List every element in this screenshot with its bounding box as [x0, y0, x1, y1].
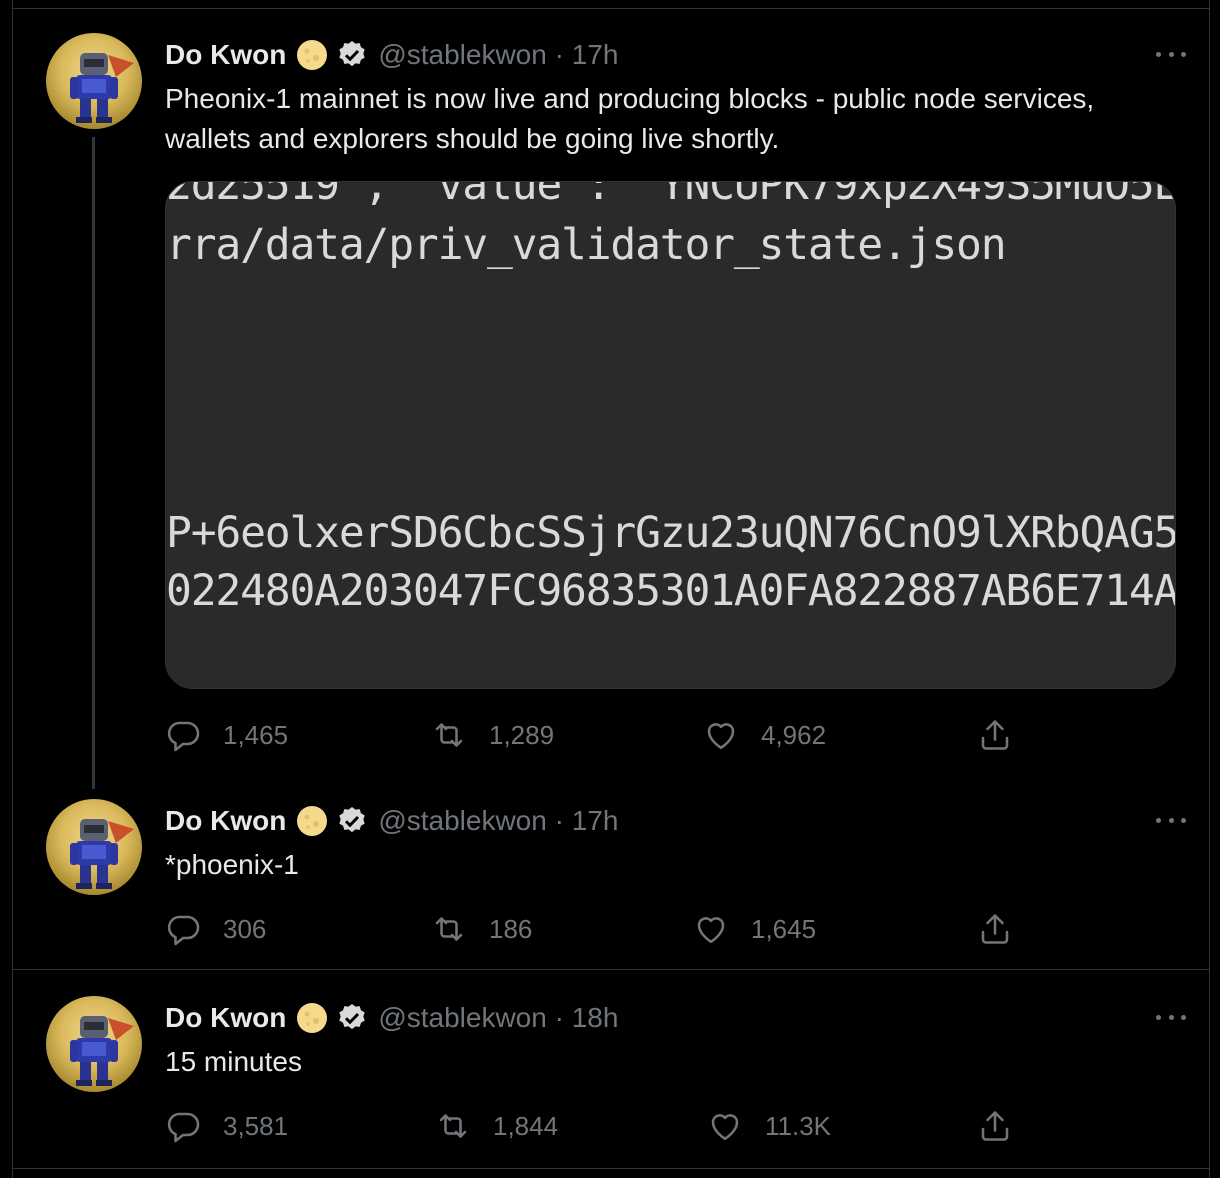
tweet-header: Do Kwon @stablekwon · 17h [165, 801, 618, 841]
more-icon[interactable] [1156, 1012, 1186, 1022]
code-line-2: rra/data/priv_validator_state.json [166, 220, 1007, 270]
code-line-4: 022480A203047FC96835301A0FA822887AB6E714… [166, 566, 1176, 616]
retweet-icon [435, 917, 463, 941]
verified-icon [336, 1002, 368, 1034]
tweet-image[interactable]: 2d25519", "value": "YNCUPK79xp2X49S5MuO5… [165, 181, 1176, 689]
tweet-1[interactable]: Do Kwon @stablekwon · 17h Pheonix-1 main… [12, 9, 1210, 789]
reply-icon [167, 915, 200, 946]
reply-icon [167, 1112, 200, 1143]
avatar[interactable] [46, 996, 142, 1092]
like-button[interactable]: 4,962 [703, 715, 826, 755]
avatar[interactable] [46, 33, 142, 129]
tweet-actions: 3,581 1,844 11.3K [165, 1106, 1065, 1146]
retweet-button[interactable]: 186 [431, 909, 532, 949]
like-count: 4,962 [761, 719, 827, 750]
avatar[interactable] [46, 799, 142, 895]
retweet-count: 186 [489, 913, 533, 944]
like-count: 11.3K [765, 1110, 832, 1141]
like-button[interactable]: 1,645 [693, 909, 816, 949]
share-icon [981, 720, 1009, 750]
code-line-3: P+6eolxerSD6CbcSSjrGzu23uQN76CnO9lXRbQAG… [166, 508, 1176, 558]
reply-count: 306 [223, 913, 267, 944]
like-icon [697, 917, 725, 944]
moon-emoji-icon [296, 1002, 328, 1034]
avatar-robot-image [70, 53, 134, 123]
retweet-icon [435, 723, 463, 747]
avatar-robot-image [70, 1016, 134, 1086]
tweet-actions: 306 186 1,645 [165, 909, 1065, 949]
author-name[interactable]: Do Kwon [165, 1002, 286, 1034]
share-button[interactable] [977, 909, 1013, 949]
reply-count: 1,465 [223, 719, 289, 750]
reply-button[interactable]: 3,581 [165, 1106, 288, 1146]
share-icon [981, 914, 1009, 944]
moon-emoji-icon [296, 39, 328, 71]
reply-icon [167, 721, 200, 752]
like-icon [711, 1114, 739, 1141]
code-line-1: 2d25519", "value": "YNCUPK79xp2X49S5MuO5… [166, 181, 1176, 210]
verified-icon [336, 39, 368, 71]
share-button[interactable] [977, 715, 1013, 755]
thread-connector [92, 137, 95, 789]
handle-and-time[interactable]: @stablekwon · 17h [378, 805, 618, 837]
tweet-text: 15 minutes [165, 1046, 302, 1077]
retweet-button[interactable]: 1,289 [431, 715, 554, 755]
avatar-robot-image [70, 819, 134, 889]
like-button[interactable]: 11.3K [707, 1106, 831, 1146]
share-icon [981, 1111, 1009, 1141]
tweet-text: *phoenix-1 [165, 849, 299, 880]
handle-and-time[interactable]: @stablekwon · 17h [378, 39, 618, 71]
like-count: 1,645 [751, 913, 817, 944]
tweet-2[interactable]: Do Kwon @stablekwon · 17h *phoenix-1 306… [12, 789, 1210, 969]
moon-emoji-icon [296, 805, 328, 837]
reply-button[interactable]: 1,465 [165, 715, 288, 755]
retweet-count: 1,844 [493, 1110, 559, 1141]
reply-button[interactable]: 306 [165, 909, 266, 949]
retweet-icon [439, 1114, 467, 1138]
reply-count: 3,581 [223, 1110, 289, 1141]
share-button[interactable] [977, 1106, 1013, 1146]
tweet-header: Do Kwon @stablekwon · 17h [165, 35, 618, 75]
retweet-button[interactable]: 1,844 [435, 1106, 558, 1146]
tweet-header: Do Kwon @stablekwon · 18h [165, 998, 618, 1038]
author-name[interactable]: Do Kwon [165, 39, 286, 71]
verified-icon [336, 805, 368, 837]
more-icon[interactable] [1156, 49, 1186, 59]
tweet-3[interactable]: Do Kwon @stablekwon · 18h 15 minutes 3,5… [12, 970, 1210, 1168]
handle-and-time[interactable]: @stablekwon · 18h [378, 1002, 618, 1034]
more-icon[interactable] [1156, 815, 1186, 825]
retweet-count: 1,289 [489, 719, 555, 750]
tweet-actions: 1,465 1,289 4,962 [165, 715, 1065, 755]
tweet-text: Pheonix-1 mainnet is now live and produc… [165, 83, 1095, 154]
bottom-divider [12, 1168, 1210, 1169]
author-name[interactable]: Do Kwon [165, 805, 286, 837]
like-icon [707, 723, 735, 750]
